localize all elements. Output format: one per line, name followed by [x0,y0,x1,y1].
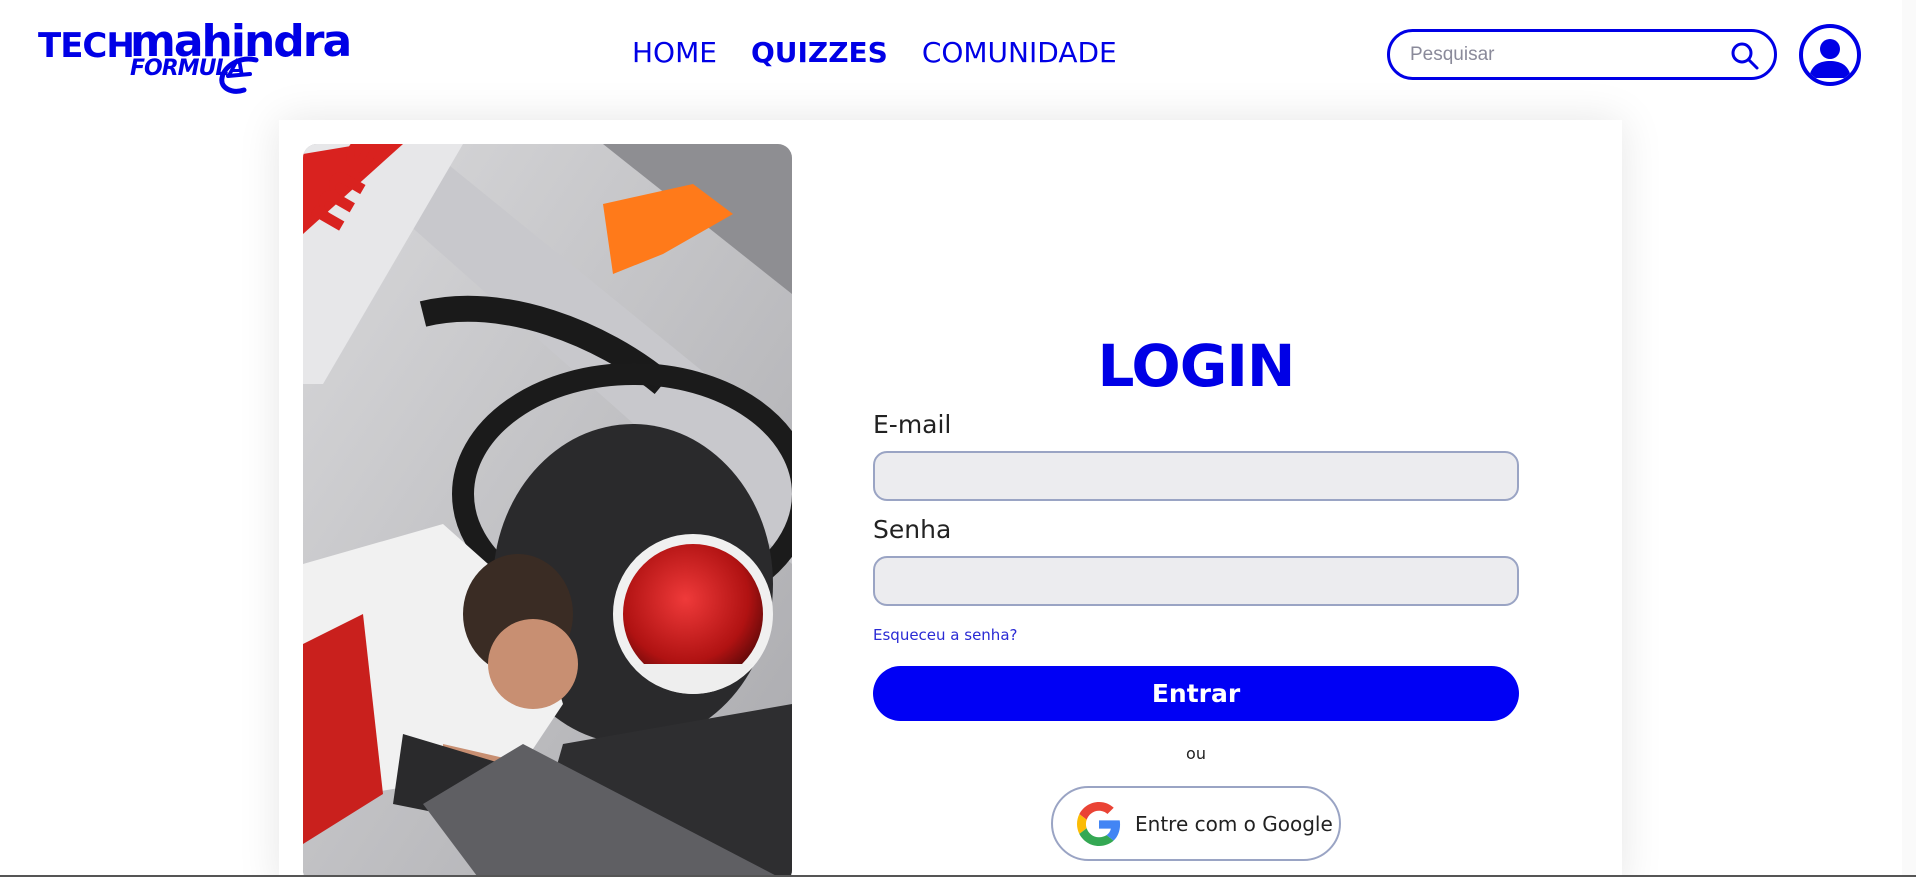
forgot-password-link[interactable]: Esqueceu a senha? [873,626,1017,644]
formula-e-swoosh-icon [219,56,259,94]
search-input[interactable] [1410,41,1720,69]
user-avatar-icon[interactable] [1799,24,1861,86]
google-icon [1077,801,1121,846]
nav-quizzes[interactable]: QUIZZES [751,36,888,69]
google-signin-label: Entre com o Google [1135,811,1333,836]
email-field[interactable] [873,451,1519,501]
password-field[interactable] [873,556,1519,606]
login-form: LOGIN E-mail Senha Esqueceu a senha? Ent… [873,120,1519,877]
nav-comunidade[interactable]: COMUNIDADE [922,36,1117,69]
nav-home[interactable]: HOME [632,36,717,69]
main-nav: HOME QUIZZES COMUNIDADE [632,36,1117,69]
search-box [1387,29,1777,80]
page-scrollbar[interactable] [1902,0,1916,877]
or-divider-text: ou [1186,744,1206,763]
site-header: TECH mahindra FORMULA HOME QUIZZES COMUN… [0,0,1916,110]
search-icon[interactable] [1730,41,1760,71]
car-photo-illustration: me [303,144,792,877]
password-label: Senha [873,515,952,544]
tech-mahindra-formula-e-logo[interactable]: TECH mahindra FORMULA [38,16,352,94]
login-title: LOGIN [1097,332,1296,400]
logo-tech-text: TECH [38,26,135,66]
google-signin-button[interactable]: Entre com o Google [1051,786,1341,861]
login-submit-button[interactable]: Entrar [873,666,1519,721]
email-label: E-mail [873,410,952,439]
user-silhouette-icon [1809,39,1851,78]
login-card: me LOGIN E-mail Senha Esqueceu a senha? … [279,120,1622,877]
formula-e-car-photo: me [303,144,792,877]
